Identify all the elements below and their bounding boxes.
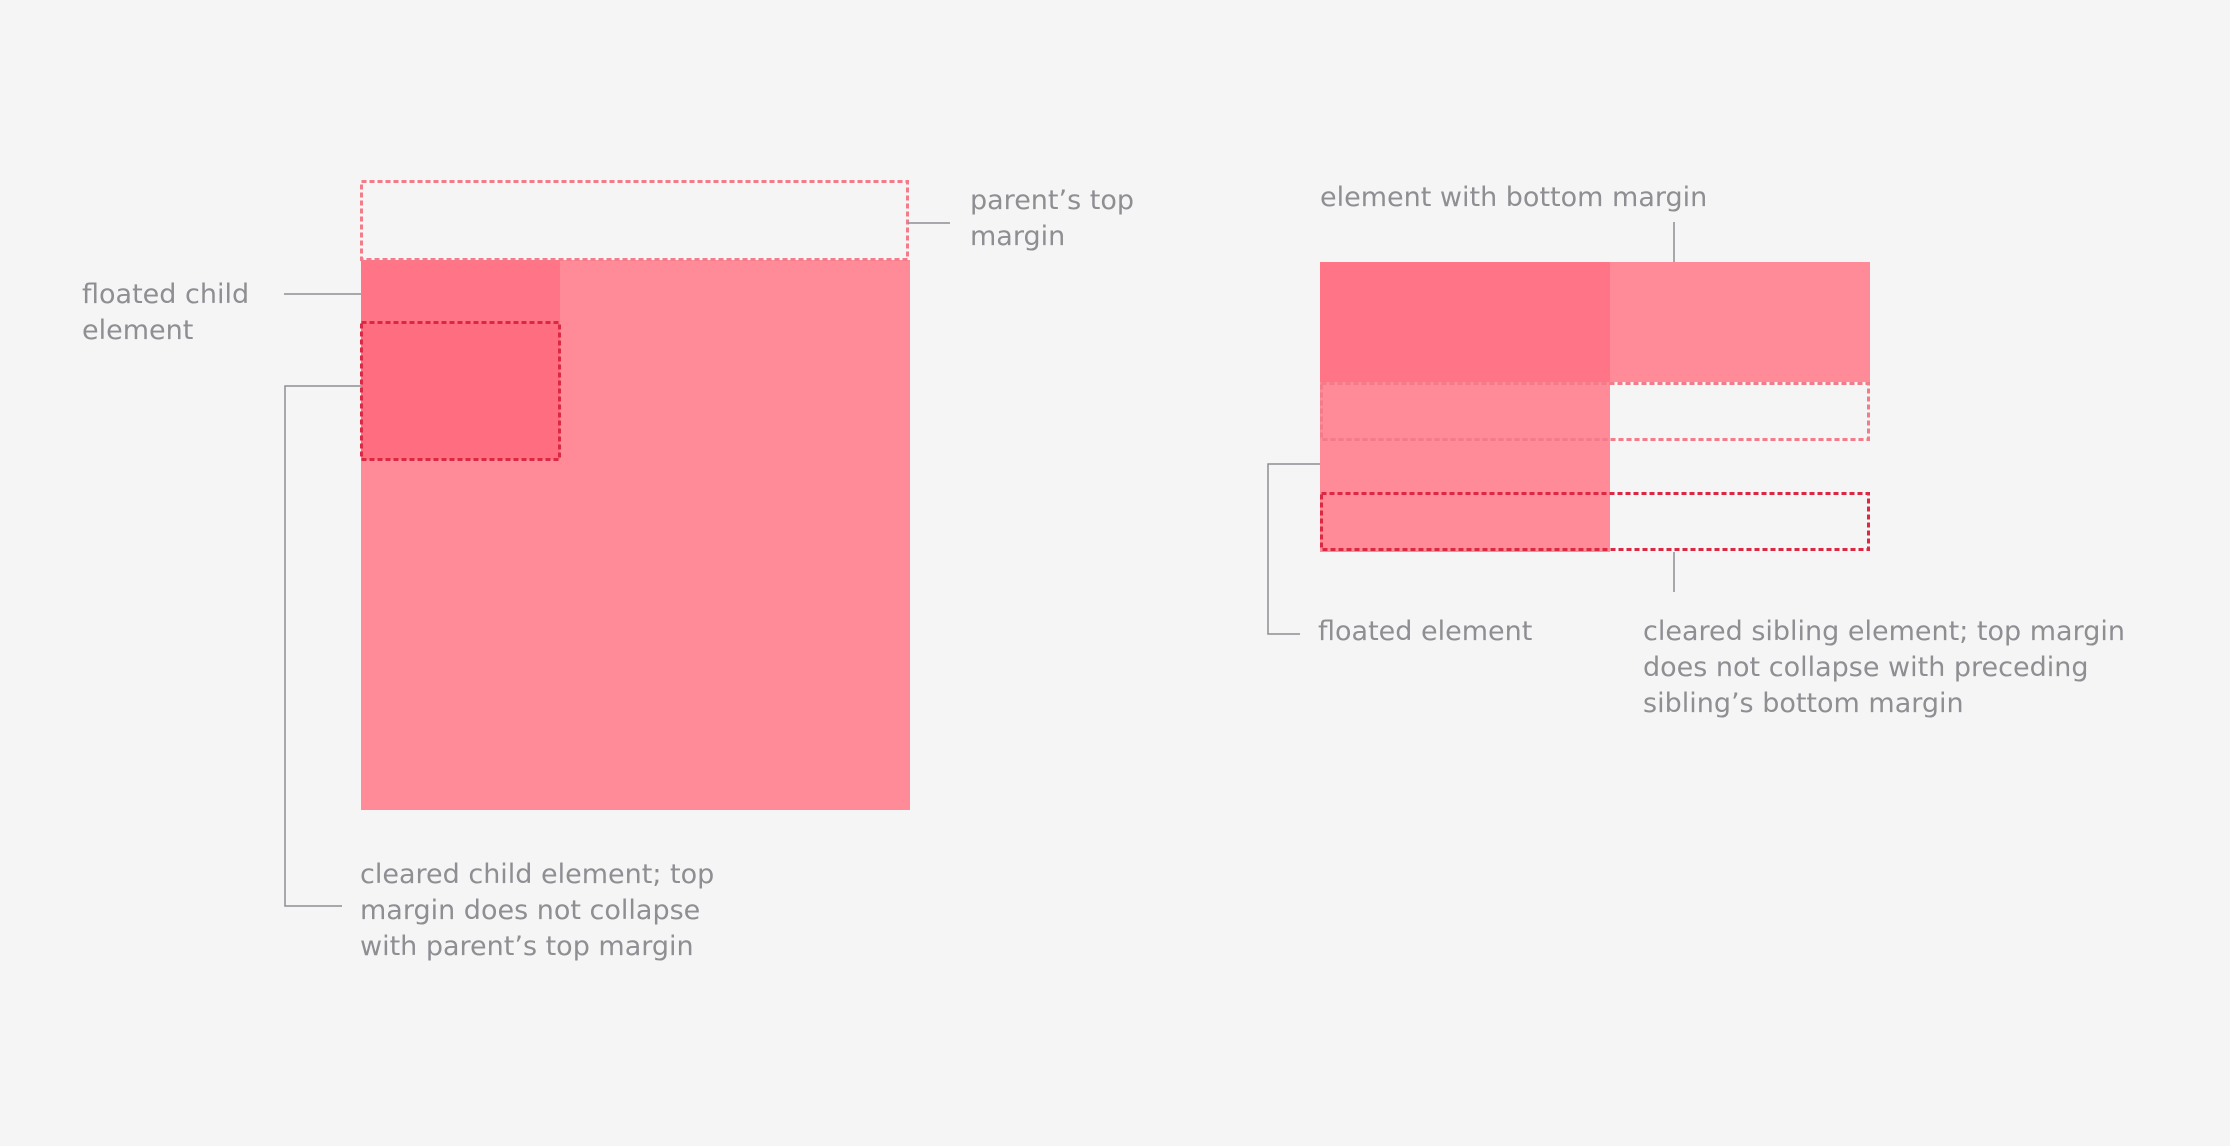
cleared-child-box <box>360 321 561 461</box>
cleared-child-label-line: margin does not collapse <box>360 895 701 926</box>
parent-top-margin-label-line: parent’s top <box>970 185 1134 216</box>
floated-child-label: floated child element <box>82 277 249 349</box>
parent-top-margin-outline <box>360 180 909 261</box>
cleared-sibling-label-line: cleared sibling element; top margin <box>1643 616 2125 647</box>
floated-element-label-line: floated element <box>1318 616 1533 647</box>
margin-collapse-diagram <box>284 180 1870 907</box>
parent-top-margin-label: parent’s top margin <box>970 183 1134 255</box>
cleared-sibling-label: cleared sibling element; top margin does… <box>1643 614 2125 722</box>
cleared-child-label: cleared child element; top margin does n… <box>360 857 714 965</box>
cleared-child-leader-line <box>284 385 361 907</box>
floated-child-label-line: element <box>82 315 194 346</box>
cleared-sibling-label-line: does not collapse with preceding <box>1643 652 2089 683</box>
floated-element-label: floated element <box>1318 614 1532 650</box>
left-diagram <box>284 180 950 907</box>
floated-child-label-line: floated child <box>82 279 250 310</box>
cleared-sibling-label-line: sibling’s bottom margin <box>1643 688 1964 719</box>
cleared-child-label-line: cleared child element; top <box>360 859 715 890</box>
parent-top-margin-label-line: margin <box>970 221 1066 252</box>
right-diagram <box>1267 222 1870 635</box>
floated-element-leader-line <box>1267 463 1320 635</box>
cleared-child-label-line: with parent’s top margin <box>360 931 694 962</box>
bottom-margin-label-line: element with bottom margin <box>1320 182 1708 213</box>
bottom-margin-label: element with bottom margin <box>1320 180 1707 216</box>
floated-element-top-shade <box>1320 262 1610 382</box>
